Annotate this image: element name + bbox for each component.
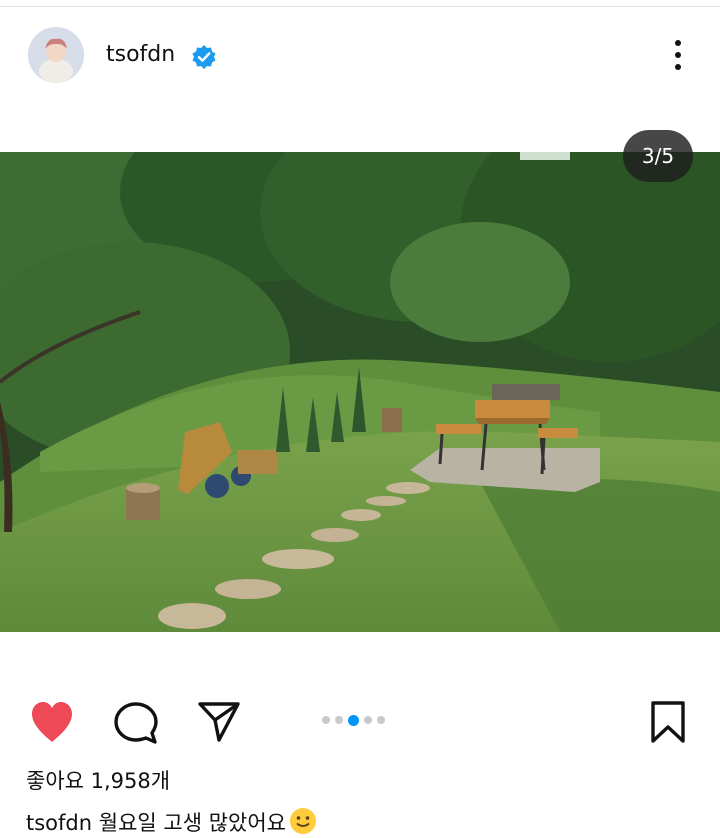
carousel-indicator (322, 714, 385, 726)
carousel-dot (364, 716, 372, 724)
image-counter-badge: 3/5 (623, 130, 693, 182)
share-icon[interactable] (196, 700, 242, 744)
top-divider (0, 6, 720, 7)
action-bar (0, 694, 720, 750)
carousel-dot (335, 716, 343, 724)
more-options-icon[interactable] (664, 36, 692, 74)
carousel-dot (322, 716, 330, 724)
caption-text: 월요일 고생 많았어요 (98, 811, 286, 835)
bookmark-icon[interactable] (647, 700, 689, 744)
avatar[interactable] (28, 27, 84, 83)
post-header: tsofdn (0, 24, 720, 88)
carousel-dot-active (348, 714, 359, 726)
carousel-dot (377, 716, 385, 724)
verified-badge-icon (192, 45, 216, 69)
caption: tsofdn 월요일 고생 많았어요 (26, 806, 318, 838)
heart-icon[interactable] (28, 700, 76, 744)
caption-username[interactable]: tsofdn (26, 811, 92, 835)
comment-icon[interactable] (112, 700, 160, 746)
slightly-smiling-face-icon (289, 808, 316, 834)
username[interactable]: tsofdn (106, 42, 175, 68)
post-photo[interactable] (0, 152, 720, 632)
likes-count[interactable]: 좋아요 1,958개 (26, 767, 170, 795)
